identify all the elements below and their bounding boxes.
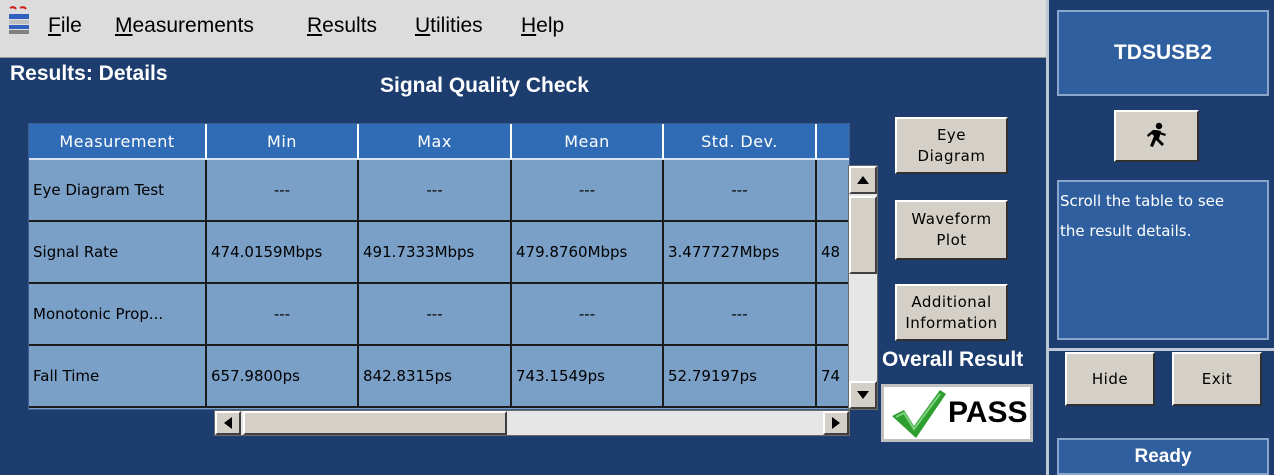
arrow-up-icon [857, 176, 869, 184]
column-header-truncated[interactable] [817, 124, 849, 160]
table-cell: Monotonic Prop... [29, 284, 207, 346]
waveform-plot-label-line1: Waveform [911, 210, 992, 228]
menu-measurements[interactable]: Measurements [115, 14, 254, 38]
table-cell [817, 160, 849, 222]
table-cell: 48 [817, 222, 849, 284]
vertical-scroll-thumb[interactable] [849, 196, 877, 274]
table-cell: Signal Rate [29, 222, 207, 284]
vertical-scrollbar[interactable] [848, 165, 878, 410]
additional-information-label-line2: Information [905, 313, 998, 332]
horizontal-scroll-thumb[interactable] [243, 411, 507, 435]
table-cell: --- [512, 160, 664, 222]
column-header-std-dev[interactable]: Std. Dev. [664, 124, 817, 160]
app-logo-icon[interactable] [6, 6, 32, 36]
table-cell: 657.9800ps [207, 346, 359, 408]
overall-result-badge: PASS [881, 384, 1033, 442]
table-cell [817, 284, 849, 346]
module-title: TDSUSB2 [1057, 10, 1269, 96]
waveform-plot-button[interactable]: Waveform Plot [895, 200, 1008, 260]
results-table: Measurement Min Max Mean Std. Dev. Eye D… [28, 123, 850, 410]
menu-help[interactable]: Help [521, 14, 564, 38]
table-row[interactable]: Monotonic Prop... --- --- --- --- [29, 284, 849, 346]
table-cell: 52.79197ps [664, 346, 817, 408]
column-header-measurement[interactable]: Measurement [29, 124, 207, 160]
scroll-right-button[interactable] [823, 411, 849, 435]
table-header: Measurement Min Max Mean Std. Dev. [29, 124, 849, 160]
message-box: Scroll the table to see the result detai… [1057, 180, 1269, 340]
arrow-right-icon [832, 417, 840, 429]
column-header-min[interactable]: Min [207, 124, 359, 160]
eye-diagram-label: Eye Diagram [918, 125, 986, 167]
arrow-left-icon [224, 417, 232, 429]
additional-information-label: Additional Information [905, 292, 997, 334]
menu-bar: File Measurements Results Utilities Help [0, 0, 1046, 58]
exit-button[interactable]: Exit [1172, 352, 1262, 406]
overall-result-label: Overall Result [882, 348, 1024, 371]
signal-quality-title: Signal Quality Check [380, 74, 589, 97]
table-cell: 491.7333Mbps [359, 222, 512, 284]
table-cell: 3.477727Mbps [664, 222, 817, 284]
table-cell: --- [512, 284, 664, 346]
status-bar: Ready [1057, 438, 1269, 475]
message-line1: Scroll the table to see [1060, 192, 1225, 210]
checkmark-icon [892, 390, 946, 438]
eye-diagram-label-line2: Diagram [917, 146, 986, 165]
arrow-down-icon [857, 391, 869, 399]
table-cell: 842.8315ps [359, 346, 512, 408]
table-cell: --- [207, 284, 359, 346]
scroll-up-button[interactable] [849, 166, 877, 194]
results-details-title: Results: Details [10, 62, 168, 85]
menu-file[interactable]: File [48, 14, 82, 38]
run-button[interactable] [1114, 110, 1199, 162]
table-row[interactable]: Fall Time 657.9800ps 842.8315ps 743.1549… [29, 346, 849, 408]
menu-utilities[interactable]: Utilities [415, 14, 483, 38]
main-panel: File Measurements Results Utilities Help… [0, 0, 1046, 475]
message-line2: the result details. [1060, 222, 1192, 240]
additional-information-label-line1: Additional [911, 292, 992, 311]
horizontal-scrollbar[interactable] [214, 410, 850, 436]
table-cell: Eye Diagram Test [29, 160, 207, 222]
table-cell: 74 [817, 346, 849, 408]
table-cell: Fall Time [29, 346, 207, 408]
table-cell: --- [359, 284, 512, 346]
scroll-down-button[interactable] [849, 381, 877, 409]
column-header-mean[interactable]: Mean [512, 124, 664, 160]
additional-information-button[interactable]: Additional Information [895, 284, 1008, 341]
column-header-max[interactable]: Max [359, 124, 512, 160]
eye-diagram-button[interactable]: Eye Diagram [895, 117, 1008, 174]
menu-results[interactable]: Results [307, 14, 377, 38]
table-row[interactable]: Eye Diagram Test --- --- --- --- [29, 160, 849, 222]
panel-divider [1049, 348, 1274, 351]
table-row[interactable]: Signal Rate 474.0159Mbps 491.7333Mbps 47… [29, 222, 849, 284]
table-cell: --- [664, 160, 817, 222]
waveform-plot-label-line2: Plot [936, 231, 967, 249]
eye-diagram-label-line1: Eye [936, 125, 967, 144]
pass-text: PASS [948, 396, 1028, 429]
hide-button[interactable]: Hide [1065, 352, 1155, 406]
table-cell: 743.1549ps [512, 346, 664, 408]
table-cell: --- [664, 284, 817, 346]
table-cell: 479.8760Mbps [512, 222, 664, 284]
table-cell: --- [359, 160, 512, 222]
scroll-left-button[interactable] [215, 411, 241, 435]
table-cell: 474.0159Mbps [207, 222, 359, 284]
waveform-plot-label: Waveform Plot [911, 209, 991, 251]
table-cell: --- [207, 160, 359, 222]
running-man-icon [1146, 122, 1166, 147]
